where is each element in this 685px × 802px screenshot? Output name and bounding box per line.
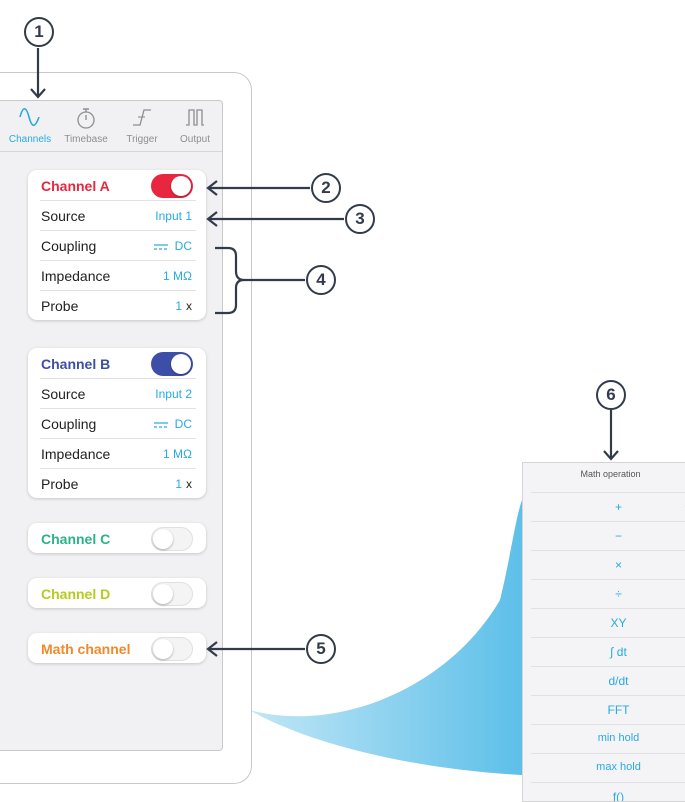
callout-5: 5 bbox=[306, 634, 336, 664]
callout-6: 6 bbox=[596, 380, 626, 410]
callout-1: 1 bbox=[24, 17, 54, 47]
callout-3: 3 bbox=[345, 204, 375, 234]
callout-2: 2 bbox=[311, 173, 341, 203]
callout-arrows bbox=[30, 48, 619, 657]
callout-4: 4 bbox=[306, 265, 336, 295]
